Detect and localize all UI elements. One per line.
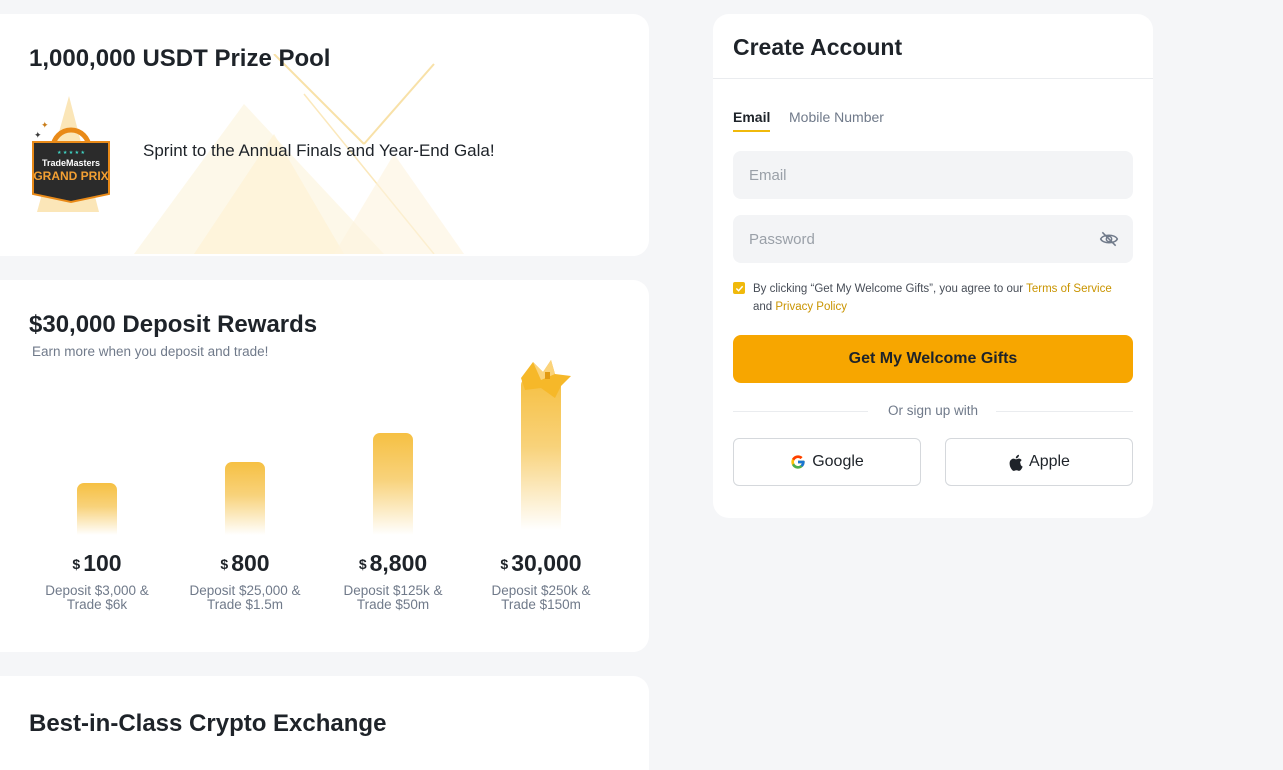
svg-text:GRAND PRIX: GRAND PRIX — [33, 169, 108, 183]
create-account-card: Create Account Email Mobile Number By cl… — [713, 14, 1153, 518]
tier-description-line: Trade $50m — [356, 597, 430, 612]
google-icon — [791, 455, 805, 469]
apple-button[interactable]: Apple — [945, 438, 1133, 486]
agree-checkbox[interactable] — [733, 282, 745, 294]
tier-description-line: Deposit $125k & — [343, 583, 443, 598]
tier-amount: $800 — [175, 550, 315, 577]
google-button-label: Google — [812, 453, 864, 470]
currency-symbol: $ — [72, 556, 81, 572]
tier-bar — [373, 433, 413, 535]
agreement-prefix: By clicking “Get My Welcome Gifts”, you … — [753, 283, 1027, 295]
currency-symbol: $ — [358, 556, 367, 572]
tier-description-line: Deposit $3,000 & — [45, 583, 149, 598]
tier-description-line: Trade $6k — [66, 597, 128, 612]
prize-pool-subtitle: Sprint to the Annual Finals and Year-End… — [143, 141, 495, 160]
tier-description: Deposit $125k & Trade $50m — [323, 584, 463, 612]
currency-symbol: $ — [220, 556, 229, 572]
tier-amount-value: 100 — [83, 550, 122, 576]
tier-amount: $100 — [27, 550, 167, 577]
checkbox-check-icon — [735, 285, 743, 292]
deposit-rewards-card: $30,000 Deposit Rewards Earn more when y… — [0, 280, 649, 652]
tier-bar — [521, 378, 561, 530]
tier-description-line: Deposit $25,000 & — [189, 583, 301, 598]
tier-description: Deposit $25,000 & Trade $1.5m — [175, 584, 315, 612]
deposit-rewards-subtitle: Earn more when you deposit and trade! — [32, 344, 269, 359]
svg-text:✦: ✦ — [41, 120, 49, 130]
tier-amount: $8,800 — [323, 550, 463, 577]
divider-right — [996, 411, 1133, 412]
tab-email[interactable]: Email — [733, 109, 771, 132]
tab-mobile-number[interactable]: Mobile Number — [789, 109, 884, 125]
crown-icon — [521, 360, 571, 398]
tier-amount-value: 800 — [231, 550, 270, 576]
create-account-header: Create Account — [713, 14, 1153, 79]
tier-amount-value: 30,000 — [511, 550, 582, 576]
agreement-and: and — [753, 301, 776, 313]
create-account-title: Create Account — [733, 34, 903, 60]
privacy-policy-link[interactable]: Privacy Policy — [775, 301, 847, 313]
best-in-class-card: Best-in-Class Crypto Exchange — [0, 676, 649, 770]
prize-pool-title: 1,000,000 USDT Prize Pool — [29, 45, 331, 72]
agreement-text: By clicking “Get My Welcome Gifts”, you … — [753, 280, 1138, 316]
get-welcome-gifts-button[interactable]: Get My Welcome Gifts — [733, 335, 1133, 383]
tier-description-line: Trade $1.5m — [206, 597, 284, 612]
tier-description: Deposit $250k & Trade $150m — [471, 584, 611, 612]
currency-symbol: $ — [500, 556, 509, 572]
best-in-class-title: Best-in-Class Crypto Exchange — [29, 710, 387, 737]
trademasters-badge-icon: ✦ ✦ ★ ★ ★ ★ ★ TradeMasters GRAND PRIX — [29, 94, 119, 216]
terms-of-service-link[interactable]: Terms of Service — [1026, 283, 1112, 295]
email-field[interactable] — [733, 151, 1133, 199]
svg-text:★ ★ ★ ★ ★: ★ ★ ★ ★ ★ — [57, 150, 85, 156]
tier-amount: $30,000 — [471, 550, 611, 577]
google-button[interactable]: Google — [733, 438, 921, 486]
apple-icon — [1009, 454, 1023, 471]
eye-off-icon[interactable] — [1099, 229, 1119, 249]
deposit-rewards-title: $30,000 Deposit Rewards — [29, 311, 318, 338]
apple-button-label: Apple — [1029, 453, 1070, 470]
tier-bar — [77, 483, 117, 535]
prize-pool-card: 1,000,000 USDT Prize Pool ✦ ✦ ★ ★ ★ ★ ★ … — [0, 14, 649, 256]
password-field[interactable] — [733, 215, 1133, 263]
svg-text:TradeMasters: TradeMasters — [42, 158, 100, 168]
tier-amount-value: 8,800 — [369, 550, 428, 576]
svg-text:✦: ✦ — [34, 130, 42, 140]
tier-description-line: Trade $150m — [501, 597, 581, 612]
tier-bar — [225, 462, 265, 535]
tier-description-line: Deposit $250k & — [491, 583, 591, 598]
tier-description: Deposit $3,000 & Trade $6k — [27, 584, 167, 612]
